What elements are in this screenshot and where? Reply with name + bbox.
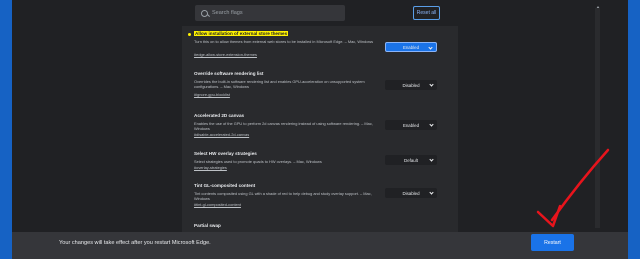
flag-title: Accelerated 2D canvas: [194, 113, 245, 118]
flag-description: Select strategies used to promote quads …: [194, 159, 322, 164]
flag-select[interactable]: Enabled: [385, 42, 437, 52]
flag-select[interactable]: Default: [385, 155, 437, 165]
restart-bar: Your changes will take effect after you …: [12, 232, 628, 259]
flag-item: Partial swap: [182, 220, 458, 232]
flag-link[interactable]: #disable-accelerated-2d-canvas: [194, 132, 249, 137]
flag-select[interactable]: Enabled: [385, 120, 437, 130]
flag-link[interactable]: #tint-gl-composited-content: [194, 202, 241, 207]
chevron-down-icon: [429, 122, 434, 127]
flag-title: Override software rendering list: [194, 71, 264, 76]
flag-select-value: Disabled: [402, 82, 420, 88]
restart-message: Your changes will take effect after you …: [59, 240, 211, 246]
chevron-down-icon: [429, 190, 434, 195]
flag-description: Tint contents composited using GL with a…: [194, 191, 372, 202]
flag-item: Select HW overlay strategies Select stra…: [182, 148, 458, 178]
flag-description: Overrides the built-in software renderin…: [194, 79, 365, 90]
restart-button[interactable]: Restart: [531, 234, 574, 251]
flag-item: Tint GL-composited content Tint contents…: [182, 180, 458, 220]
flag-link[interactable]: #ignore-gpu-blocklist: [194, 92, 230, 97]
flag-description: Turn this on to allow themes from extern…: [194, 39, 374, 44]
flag-description: Enables the use of the GPU to perform 2d…: [194, 121, 373, 132]
flag-select-value: Default: [404, 157, 418, 163]
flag-select[interactable]: Disabled: [385, 80, 437, 90]
flag-title: Tint GL-composited content: [194, 183, 256, 188]
chevron-down-icon: [429, 157, 434, 162]
search-input[interactable]: [212, 10, 332, 16]
search-box[interactable]: [195, 5, 345, 21]
chevron-down-icon: [429, 82, 434, 87]
flag-select-value: Enabled: [402, 44, 420, 50]
highlight-marker: [188, 33, 191, 36]
flags-page: Reset all Allow installation of external…: [12, 0, 628, 259]
flag-title: Partial swap: [194, 223, 221, 228]
flag-select-value: Disabled: [402, 190, 420, 196]
flag-select-value: Enabled: [402, 122, 420, 128]
flag-select[interactable]: Disabled: [385, 188, 437, 198]
flag-item: Override software rendering list Overrid…: [182, 68, 458, 106]
right-border: [628, 0, 640, 259]
flag-link[interactable]: #overlay-strategies: [194, 165, 227, 170]
search-icon: [201, 9, 208, 17]
flag-title: Allow installation of external store the…: [194, 31, 289, 36]
screenshot-frame: Reset all Allow installation of external…: [0, 0, 640, 259]
flags-list: Allow installation of external store the…: [182, 26, 458, 232]
flags-header: Reset all: [12, 0, 628, 26]
flag-item: Allow installation of external store the…: [182, 28, 458, 66]
left-border: [0, 0, 12, 259]
flag-link[interactable]: #edge-allow-store-extension-themes: [194, 52, 257, 57]
chevron-down-icon: [428, 45, 433, 50]
flag-title: Select HW overlay strategies: [194, 151, 257, 156]
reset-all-button[interactable]: Reset all: [413, 6, 440, 20]
scrollbar[interactable]: [595, 8, 600, 228]
flag-item: Accelerated 2D canvas Enables the use of…: [182, 110, 458, 148]
